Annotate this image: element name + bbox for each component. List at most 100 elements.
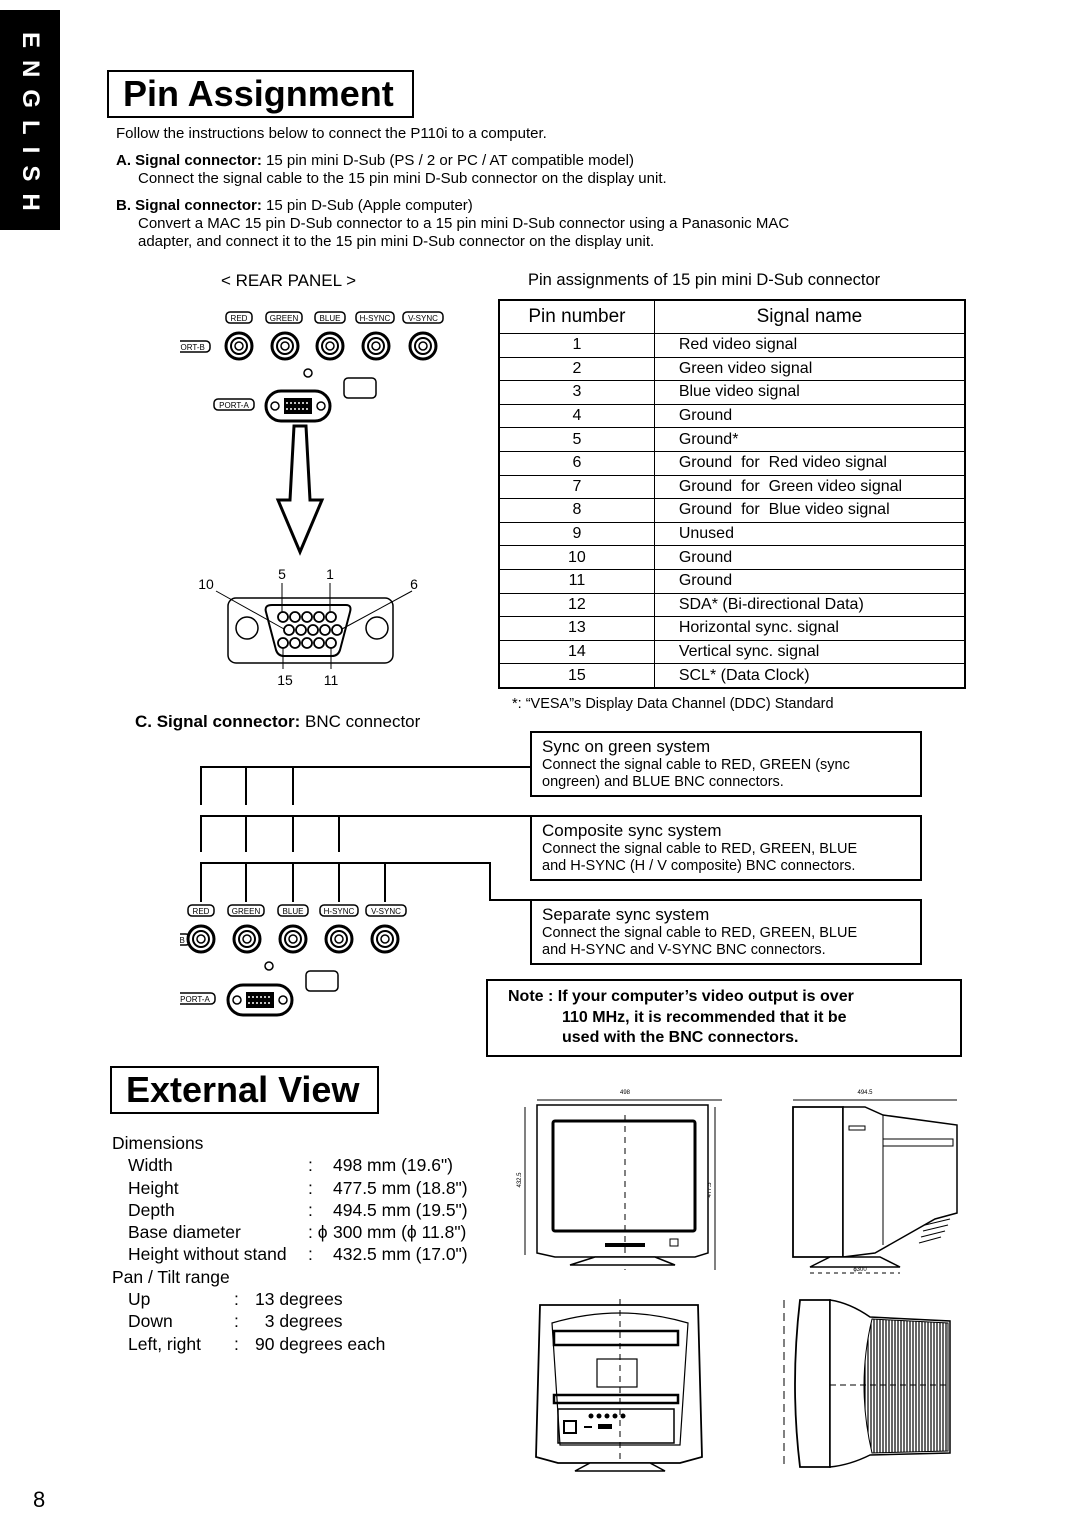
dsub-pin-diagram: 5 1 10 6 15 11: [198, 566, 418, 688]
dsub-screw-right: [365, 616, 389, 640]
note-line-3: used with the BNC connectors.: [562, 1029, 799, 1046]
sync-system-title: Sync on green system: [542, 737, 711, 756]
pin-number-cell: 13: [498, 616, 655, 641]
item-a-text: Connect the signal cable to the 15 pin m…: [138, 170, 667, 187]
bnc-label-hsync: H-SYNC: [355, 311, 395, 324]
spec-separator: :: [234, 1289, 239, 1310]
spec-separator: :: [308, 1199, 313, 1220]
bnc-label-vsync-text: V-SYNC: [408, 314, 438, 323]
item-b-text-1: Convert a MAC 15 pin D-Sub connector to …: [138, 215, 790, 232]
bnc-connector-green-2: [232, 924, 262, 954]
rear-view-drawing: [535, 1299, 703, 1472]
composite-sync-box: Composite sync system Connect the signal…: [530, 815, 922, 881]
pan-tilt-heading: Pan / Tilt range: [112, 1266, 230, 1287]
svg-text:ϕ300: ϕ300: [853, 1267, 867, 1273]
spec-row: Height:477.5 mm (18.8"): [112, 1177, 492, 1199]
bnc-label-red-text: RED: [231, 314, 248, 323]
pin-label-11: 11: [324, 672, 339, 688]
intro-section: Follow the instructions below to connect…: [116, 125, 976, 251]
signal-name-cell: Ground: [653, 568, 966, 594]
signal-name-cell: Horizontal sync. signal: [653, 616, 966, 641]
signal-name-cell: SCL* (Data Clock): [653, 663, 966, 689]
header-pin-number: Pin number: [498, 299, 655, 334]
item-b-text-2: adapter, and connect it to the 15 pin mi…: [138, 233, 655, 250]
signal-name-cell: Ground*: [653, 427, 966, 452]
indicator-hole-2: [264, 961, 274, 971]
table-row: 8 Ground for Blue video signal: [498, 498, 966, 523]
spec-label: Height without stand: [128, 1244, 287, 1265]
sync-system-desc: Connect the signal cable to RED, GREEN, …: [542, 841, 858, 857]
note-line-2: 110 MHz, it is recommended that it be: [562, 1008, 847, 1026]
table-row: 3 Blue video signal: [498, 380, 966, 405]
svg-text:H-SYNC: H-SYNC: [324, 907, 355, 916]
bnc-note-box: Note : If your computer’s video output i…: [486, 979, 962, 1057]
pin-number-cell: 7: [498, 474, 655, 500]
pin-number-cell: 2: [498, 356, 655, 382]
pin-number-cell: 8: [498, 498, 655, 523]
bnc-label-hsync-text: H-SYNC: [360, 314, 391, 323]
switch-slot-2: [305, 970, 339, 992]
sync-system-desc: Connect the signal cable to RED, GREEN (…: [542, 757, 850, 773]
spec-label: Depth: [128, 1199, 175, 1220]
spec-row: Up:13 degrees: [112, 1288, 492, 1310]
table-row: 13 Horizontal sync. signal: [498, 616, 966, 641]
bnc-label-vsync-2: V-SYNC: [365, 904, 407, 917]
spec-row: Left, right:90 degrees each: [112, 1333, 492, 1355]
bnc-connector-hsync: [361, 331, 391, 361]
sync-system-title: Separate sync system: [542, 905, 710, 924]
specifications: Dimensions Width:498 mm (19.6") Height:47…: [112, 1132, 492, 1355]
spec-row: Height without stand:432.5 mm (17.0"): [112, 1243, 492, 1265]
pin-number-cell: 6: [498, 450, 655, 476]
svg-text:PORT-A: PORT-A: [180, 995, 210, 1004]
pin-label-15: 15: [277, 672, 293, 688]
svg-text:V-SYNC: V-SYNC: [371, 907, 401, 916]
top-vent-hatching: [863, 1318, 949, 1454]
table-row: 12 SDA* (Bi-directional Data): [498, 592, 966, 618]
bnc-connector-red-2: [186, 924, 216, 954]
table-row: 11 Ground: [498, 568, 966, 594]
bnc-label-green: GREEN: [265, 311, 303, 324]
table-row: 1 Red video signal: [498, 333, 966, 358]
top-view-drawing: [783, 1299, 951, 1468]
spec-value: 477.5 mm (18.8"): [333, 1177, 468, 1198]
intro-text: Follow the instructions below to connect…: [116, 125, 547, 142]
svg-text:PORT-A: PORT-A: [219, 401, 249, 410]
dimensions-heading: Dimensions: [112, 1133, 204, 1153]
item-b: B. Signal connector: 15 pin D-Sub (Apple…: [116, 197, 976, 215]
front-controls: [605, 1243, 645, 1247]
spec-label: Width: [128, 1155, 173, 1176]
spec-separator: : ϕ: [308, 1222, 328, 1243]
svg-text:432.5: 432.5: [517, 1172, 523, 1188]
port-a-dsub-connector: [264, 389, 332, 423]
table-row: 4 Ground: [498, 403, 966, 429]
pin-label-5: 5: [278, 566, 286, 582]
signal-name-cell: SDA* (Bi-directional Data): [653, 592, 966, 618]
pin-label-1: 1: [326, 566, 334, 582]
bnc-label-vsync: V-SYNC: [402, 311, 444, 324]
dsub-shell: [227, 597, 394, 664]
signal-name-cell: Ground: [653, 545, 966, 570]
spec-row: Width:498 mm (19.6"): [112, 1154, 492, 1176]
dim-label-width: 498: [620, 1090, 631, 1096]
spec-label: Height: [128, 1177, 179, 1198]
pin-number-cell: 12: [498, 592, 655, 618]
bnc-label-blue: BLUE: [314, 311, 346, 324]
rear-panel-diagram: RED GREEN BLUE H-SYNC V-SYNC PORT-B PORT…: [180, 311, 444, 423]
spec-row: Down: 3 degrees: [112, 1310, 492, 1332]
monitor-front-section: [792, 1106, 844, 1258]
pin-number-cell: 3: [498, 380, 655, 405]
spec-value: 494.5 mm (19.5"): [333, 1199, 468, 1220]
bnc-label-red: RED: [225, 311, 253, 324]
dsub-pins: [277, 611, 343, 649]
port-b-label: PORT-B: [180, 340, 211, 353]
signal-name-cell: Blue video signal: [653, 380, 966, 405]
pin-number-cell: 15: [498, 663, 655, 689]
pin-assignment-table: Pin number Signal name 1 Red video signal…: [498, 299, 966, 689]
bnc-connector-blue-2: [278, 924, 308, 954]
table-row: 5 Ground*: [498, 427, 966, 452]
port-a-label-2: PORT-A: [180, 992, 216, 1005]
signal-name-cell: Green video signal: [653, 356, 966, 382]
port-a-label: PORT-A: [213, 398, 255, 411]
item-a-label: A. Signal connector:: [116, 152, 262, 169]
bnc-connector-red: [224, 331, 254, 361]
